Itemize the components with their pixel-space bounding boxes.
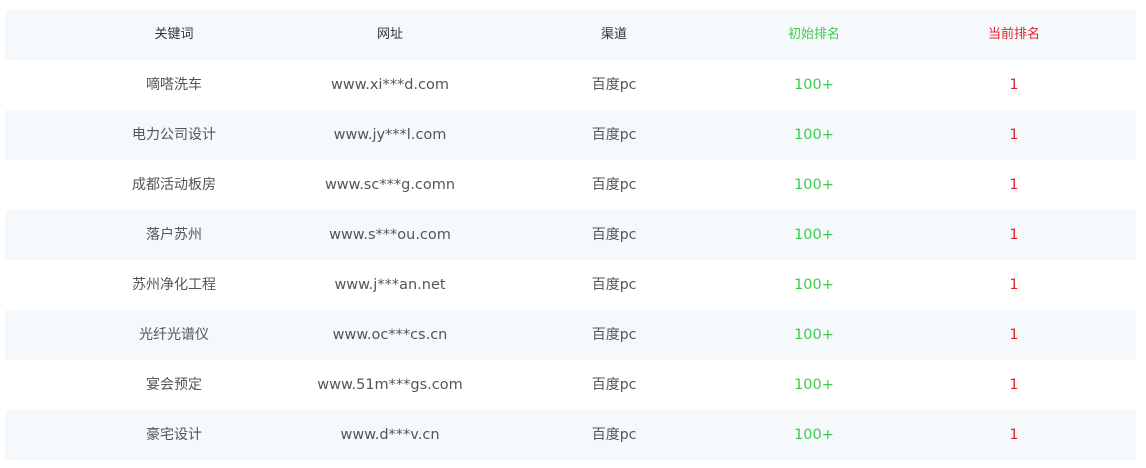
url-cell: www.sc***g.comn (324, 177, 456, 193)
initial-rank-cell: 100+ (794, 377, 834, 393)
table-row: 豪宅设计 www.d***v.cn 百度pc 100+ 1 (5, 410, 1136, 460)
current-rank-cell: 1 (1009, 327, 1019, 343)
initial-rank-cell: 100+ (794, 177, 834, 193)
current-rank-cell: 1 (1009, 427, 1019, 443)
url-cell: www.51m***gs.com (317, 377, 463, 393)
current-rank-cell: 1 (1009, 227, 1019, 243)
url-cell: www.j***an.net (334, 277, 446, 293)
table-row: 光纤光谱仪 www.oc***cs.cn 百度pc 100+ 1 (5, 310, 1136, 360)
header-initial-rank: 初始排名 (787, 27, 841, 42)
initial-rank-cell: 100+ (794, 127, 834, 143)
channel-cell: 百度pc (591, 377, 637, 393)
keyword-cell: 宴会预定 (146, 377, 202, 393)
channel-cell: 百度pc (591, 127, 637, 143)
table-row: 宴会预定 www.51m***gs.com 百度pc 100+ 1 (5, 360, 1136, 410)
ranking-table: 关键词 网址 渠道 初始排名 当前排名 嘀嗒洗车 www.xi***d.com … (5, 10, 1136, 460)
channel-cell: 百度pc (591, 227, 637, 243)
url-cell: www.jy***l.com (333, 127, 447, 143)
table-row: 电力公司设计 www.jy***l.com 百度pc 100+ 1 (5, 110, 1136, 160)
keyword-cell: 落户苏州 (146, 227, 202, 243)
current-rank-cell: 1 (1009, 127, 1019, 143)
table-row: 嘀嗒洗车 www.xi***d.com 百度pc 100+ 1 (5, 60, 1136, 110)
current-rank-cell: 1 (1009, 277, 1019, 293)
url-cell: www.d***v.cn (340, 427, 440, 443)
table-row: 成都活动板房 www.sc***g.comn 百度pc 100+ 1 (5, 160, 1136, 210)
keyword-cell: 光纤光谱仪 (139, 327, 209, 343)
table-row: 落户苏州 www.s***ou.com 百度pc 100+ 1 (5, 210, 1136, 260)
header-url: 网址 (376, 27, 404, 42)
initial-rank-cell: 100+ (794, 327, 834, 343)
initial-rank-cell: 100+ (794, 77, 834, 93)
keyword-cell: 豪宅设计 (146, 427, 202, 443)
current-rank-cell: 1 (1009, 77, 1019, 93)
header-current-rank: 当前排名 (987, 27, 1041, 42)
initial-rank-cell: 100+ (794, 227, 834, 243)
table-header: 关键词 网址 渠道 初始排名 当前排名 (5, 10, 1136, 60)
channel-cell: 百度pc (591, 327, 637, 343)
keyword-cell: 嘀嗒洗车 (146, 77, 202, 93)
initial-rank-cell: 100+ (794, 277, 834, 293)
current-rank-cell: 1 (1009, 377, 1019, 393)
url-cell: www.s***ou.com (329, 227, 451, 243)
header-channel: 渠道 (600, 27, 628, 42)
keyword-cell: 电力公司设计 (132, 127, 216, 143)
url-cell: www.oc***cs.cn (332, 327, 448, 343)
channel-cell: 百度pc (591, 77, 637, 93)
channel-cell: 百度pc (591, 177, 637, 193)
initial-rank-cell: 100+ (794, 427, 834, 443)
header-keyword: 关键词 (154, 27, 194, 42)
url-cell: www.xi***d.com (331, 77, 449, 93)
channel-cell: 百度pc (591, 277, 637, 293)
current-rank-cell: 1 (1009, 177, 1019, 193)
keyword-cell: 成都活动板房 (132, 177, 216, 193)
table-row: 苏州净化工程 www.j***an.net 百度pc 100+ 1 (5, 260, 1136, 310)
table-body: 嘀嗒洗车 www.xi***d.com 百度pc 100+ 1 电力公司设计 w… (5, 60, 1136, 460)
keyword-cell: 苏州净化工程 (132, 277, 216, 293)
channel-cell: 百度pc (591, 427, 637, 443)
